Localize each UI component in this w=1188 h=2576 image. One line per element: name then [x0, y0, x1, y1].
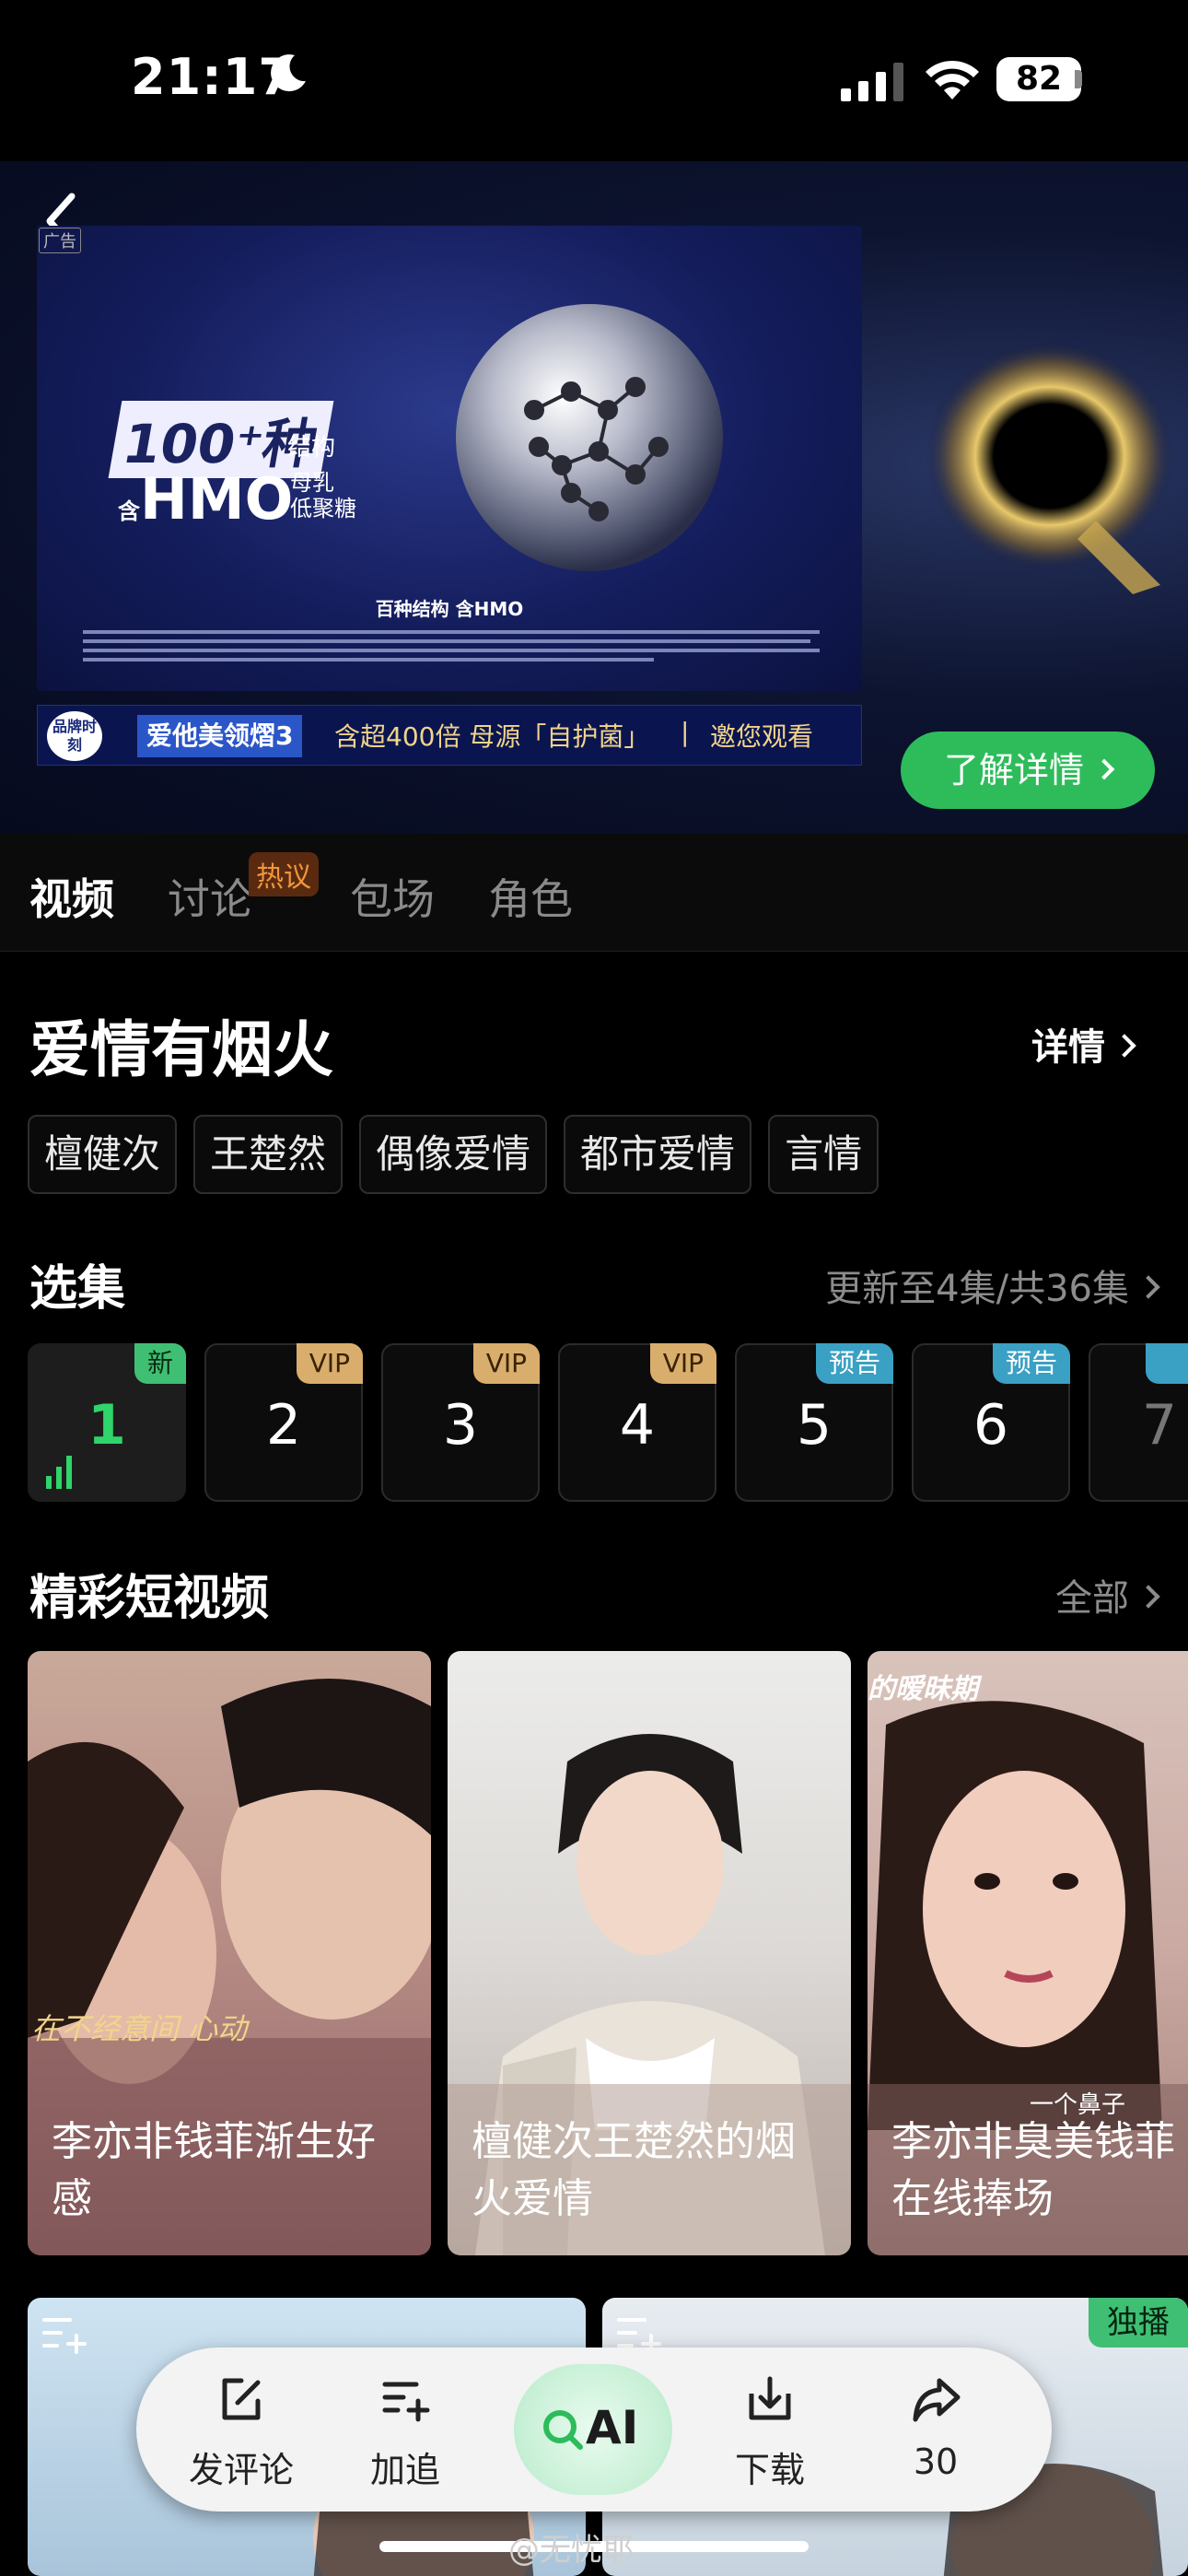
- episode-1[interactable]: 新 1: [28, 1343, 186, 1502]
- add-to-list-icon[interactable]: [41, 2311, 88, 2359]
- episode-number: 3: [442, 1393, 479, 1458]
- share-button[interactable]: 30: [871, 2348, 1000, 2512]
- short-video-list: 在不经意间 心动 李亦非钱菲渐生好感 檀健次王楚然的烟火爱情 的暧昧期 一个鼻子…: [28, 1651, 1188, 2255]
- battery-tip: [1075, 70, 1082, 88]
- vip-badge: VIP: [296, 1343, 363, 1384]
- episodes-update-link[interactable]: 更新至4集/共36集: [825, 1259, 1160, 1312]
- ai-label: AI: [586, 2401, 639, 2454]
- clip-title: 檀健次王楚然的烟火爱情: [472, 2118, 796, 2222]
- clip-card[interactable]: 在不经意间 心动 李亦非钱菲渐生好感: [28, 1651, 431, 2255]
- ad-product-strip: 品牌时刻 爱他美领熠3 含超400倍 母源「自护菌」 | 邀您观看: [37, 705, 862, 766]
- share-count: 30: [913, 2441, 959, 2482]
- watermark: @无忧耶: [508, 2532, 634, 2569]
- download-button[interactable]: 下载: [705, 2348, 834, 2512]
- vip-badge: VIP: [649, 1343, 716, 1384]
- hot-badge: 热议: [249, 852, 319, 896]
- tab-private-screening[interactable]: 包场: [350, 866, 435, 927]
- download-icon: [749, 2376, 791, 2420]
- ad-slogan: 含超400倍 母源「自护菌」: [334, 721, 650, 752]
- comment-button[interactable]: 发评论: [177, 2348, 306, 2512]
- episode-number: 7: [1141, 1393, 1178, 1458]
- ai-search-icon: [543, 2410, 583, 2450]
- episodes-heading: 选集: [29, 1261, 126, 1317]
- tag-chip[interactable]: 言情: [768, 1115, 879, 1194]
- status-bar: 21:17 82: [0, 0, 1188, 161]
- episode-2[interactable]: VIP 2: [204, 1343, 363, 1502]
- episode-5[interactable]: 预告 5: [735, 1343, 893, 1502]
- tab-discussion[interactable]: 讨论: [168, 866, 252, 927]
- chevron-right-icon: [1136, 1275, 1160, 1299]
- ai-search-button[interactable]: AI: [514, 2364, 672, 2495]
- ad-headline-structure: 结构: [287, 434, 336, 462]
- tag-chip[interactable]: 都市爱情: [564, 1115, 752, 1194]
- detail-link[interactable]: 详情: [1031, 1017, 1136, 1071]
- download-label: 下载: [734, 2450, 805, 2490]
- clip-overlay-text: 在不经意间 心动: [31, 2011, 248, 2046]
- battery-level: 82: [996, 57, 1081, 101]
- moon-icon: [271, 54, 306, 92]
- tag-chip[interactable]: 王楚然: [193, 1115, 344, 1194]
- cellular-signal-icon: [841, 63, 903, 101]
- episode-7[interactable]: 7: [1089, 1343, 1188, 1502]
- vip-badge: VIP: [472, 1343, 540, 1384]
- episode-6[interactable]: 预告 6: [912, 1343, 1070, 1502]
- trailer-badge: 预告: [992, 1343, 1070, 1384]
- molecule-sphere-image: [456, 304, 723, 571]
- share-arrow-icon: [913, 2378, 961, 2422]
- clip-card[interactable]: 的暧昧期 一个鼻子 李亦非臭美钱菲在线捧场: [868, 1651, 1188, 2255]
- floating-action-bar: 发评论 加追 AI 下载 30: [136, 2348, 1052, 2512]
- tag-chip[interactable]: 檀健次: [28, 1115, 178, 1194]
- ad-headline-desc: 母乳 低聚糖: [290, 470, 356, 521]
- content-tabs: 视频 讨论 热议 包场 角色: [0, 834, 1188, 952]
- ad-divider: |: [681, 717, 690, 747]
- episode-number: 6: [973, 1393, 1009, 1458]
- episode-number: 2: [265, 1393, 302, 1458]
- show-title: 爱情有烟火: [29, 1014, 333, 1085]
- episode-number: 5: [796, 1393, 833, 1458]
- clip-overlay-text: 的暧昧期: [868, 1673, 978, 1705]
- add-to-list-icon: [382, 2382, 430, 2422]
- tag-chip[interactable]: 偶像爱情: [359, 1115, 548, 1194]
- clip-title: 李亦非臭美钱菲在线捧场: [891, 2118, 1175, 2222]
- comment-label: 发评论: [188, 2450, 294, 2490]
- edit-comment-icon: [222, 2378, 261, 2420]
- now-playing-icon: [46, 1456, 72, 1489]
- ad-banner[interactable]: 100⁺种 结构 含HMO 母乳 低聚糖 百种结构 含HMO 广告 品牌时刻 爱他…: [0, 161, 1188, 834]
- tab-video[interactable]: 视频: [29, 866, 114, 927]
- chevron-right-icon: [1136, 1585, 1160, 1609]
- learn-more-button[interactable]: 了解详情: [901, 732, 1155, 809]
- clip-card[interactable]: 檀健次王楚然的烟火爱情: [448, 1651, 851, 2255]
- brand-moment-badge: 品牌时刻: [47, 711, 102, 761]
- follow-button[interactable]: 加追: [341, 2348, 470, 2512]
- trailer-badge: 预告: [815, 1343, 893, 1384]
- episode-4[interactable]: VIP 4: [558, 1343, 716, 1502]
- chevron-right-icon: [1112, 1034, 1136, 1058]
- episode-number: 1: [87, 1393, 126, 1458]
- tab-characters[interactable]: 角色: [488, 866, 573, 927]
- episode-3[interactable]: VIP 3: [381, 1343, 540, 1502]
- tag-list: 檀健次 王楚然 偶像爱情 都市爱情 言情: [28, 1115, 879, 1194]
- exclusive-badge: 独播: [1089, 2298, 1188, 2348]
- clip-title: 李亦非钱菲渐生好感: [52, 2118, 376, 2222]
- ad-headline-hmo: 含HMO: [118, 465, 294, 533]
- ad-invite: 邀您观看: [710, 721, 814, 752]
- trailer-badge: [1146, 1343, 1188, 1384]
- short-videos-heading: 精彩短视频: [29, 1571, 270, 1626]
- all-clips-link[interactable]: 全部: [1055, 1568, 1160, 1622]
- follow-label: 加追: [369, 2450, 440, 2490]
- wifi-icon: [926, 60, 979, 100]
- ad-creative[interactable]: 100⁺种 结构 含HMO 母乳 低聚糖 百种结构 含HMO: [37, 226, 862, 691]
- ad-label: 广告: [39, 228, 81, 253]
- ad-product-name: 爱他美领熠3: [137, 715, 303, 757]
- episode-number: 4: [619, 1393, 656, 1458]
- ad-caption: 百种结构 含HMO: [375, 598, 524, 620]
- new-badge: 新: [134, 1343, 186, 1384]
- episode-list: 新 1 VIP 2 VIP 3 VIP 4 预告 5 预告 6 7: [28, 1343, 1188, 1502]
- ad-fine-print: [83, 630, 820, 662]
- galaxy-logo-graphic: [926, 341, 1174, 594]
